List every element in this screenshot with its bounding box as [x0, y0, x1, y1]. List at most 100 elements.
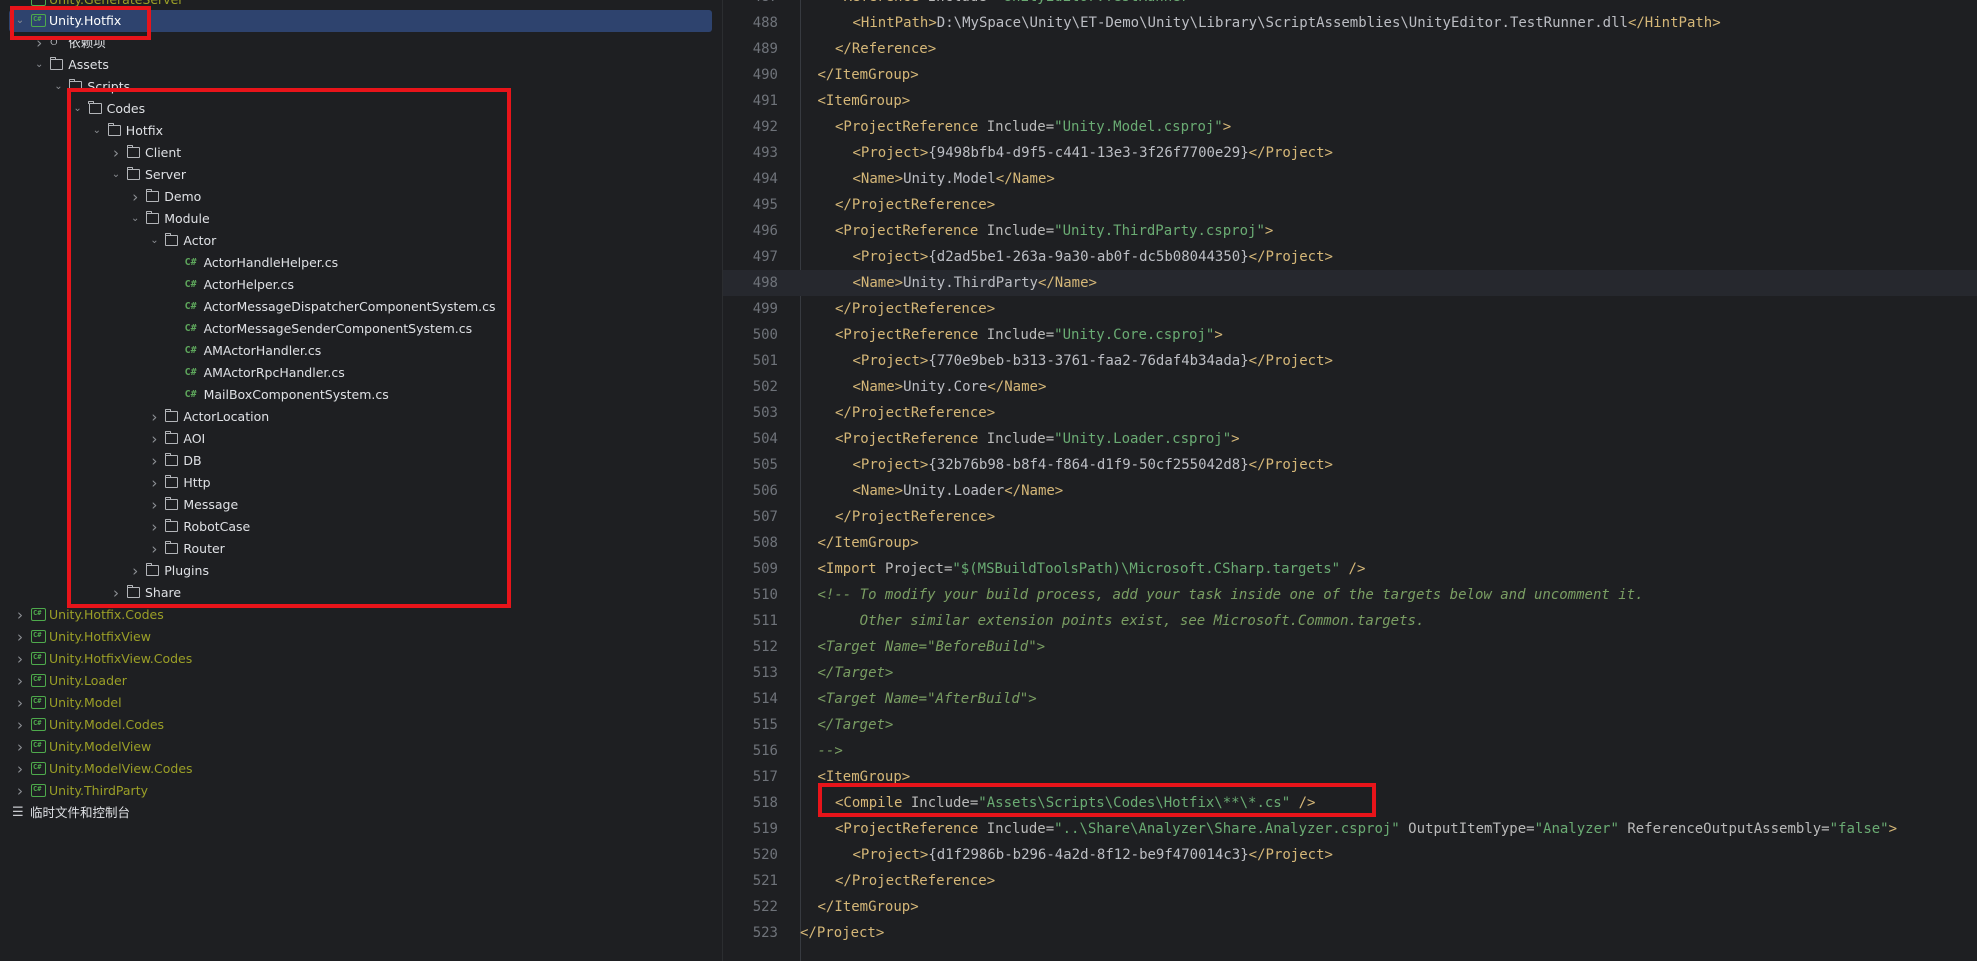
- tree-item[interactable]: › Unity.ModelView.Codes: [0, 758, 712, 780]
- tree-item[interactable]: ⌄ Codes: [0, 98, 712, 120]
- code-line[interactable]: 522 </ItemGroup>: [723, 894, 1977, 920]
- code-line[interactable]: 509 <Import Project="$(MSBuildToolsPath)\…: [723, 556, 1977, 582]
- code-line[interactable]: 494 <Name>Unity.Model</Name>: [723, 166, 1977, 192]
- tree-item[interactable]: › Plugins: [0, 560, 712, 582]
- tree-item[interactable]: › Unity.HotfixView: [0, 626, 712, 648]
- tree-item[interactable]: › Http: [0, 472, 712, 494]
- chevron-down-icon[interactable]: ⌄: [91, 120, 103, 142]
- chevron-right-icon[interactable]: ›: [14, 692, 26, 714]
- tree-item[interactable]: › Unity.Loader: [0, 670, 712, 692]
- tree-item[interactable]: ⌄ Module: [0, 208, 712, 230]
- code-line[interactable]: 497 <Project>{d2ad5be1-263a-9a30-ab0f-dc5…: [723, 244, 1977, 270]
- chevron-right-icon[interactable]: ›: [148, 538, 160, 560]
- chevron-right-icon[interactable]: ›: [129, 560, 141, 582]
- code-line[interactable]: 493 <Project>{9498bfb4-d9f5-c441-13e3-3f2…: [723, 140, 1977, 166]
- tree-item[interactable]: C# AMActorHandler.cs: [0, 340, 712, 362]
- code-line[interactable]: 517 <ItemGroup>: [723, 764, 1977, 790]
- code-line[interactable]: 523 </Project>: [723, 920, 1977, 946]
- code-editor[interactable]: 487<Reference Include="UnityEditor.TestR…: [723, 0, 1977, 961]
- code-line[interactable]: 503 </ProjectReference>: [723, 400, 1977, 426]
- chevron-down-icon[interactable]: ⌄: [33, 54, 45, 76]
- chevron-right-icon[interactable]: ›: [148, 494, 160, 516]
- code-line[interactable]: 516 -->: [723, 738, 1977, 764]
- tree-item[interactable]: › Message: [0, 494, 712, 516]
- chevron-down-icon[interactable]: ⌄: [129, 208, 141, 230]
- tree-item[interactable]: › AOI: [0, 428, 712, 450]
- tree-item[interactable]: ⌄ Scripts: [0, 76, 712, 98]
- chevron-right-icon[interactable]: ›: [148, 516, 160, 538]
- chevron-right-icon[interactable]: ›: [148, 450, 160, 472]
- chevron-right-icon[interactable]: ›: [148, 472, 160, 494]
- code-line[interactable]: 507 </ProjectReference>: [723, 504, 1977, 530]
- code-line[interactable]: 495 </ProjectReference>: [723, 192, 1977, 218]
- tree-item[interactable]: › DB: [0, 450, 712, 472]
- tree-item[interactable]: ⌄ Actor: [0, 230, 712, 252]
- chevron-right-icon[interactable]: ›: [14, 780, 26, 802]
- code-line[interactable]: 518 <Compile Include="Assets\Scripts\Code…: [723, 790, 1977, 816]
- code-line[interactable]: 502 <Name>Unity.Core</Name>: [723, 374, 1977, 400]
- tree-item[interactable]: › Unity.ThirdParty: [0, 780, 712, 802]
- chevron-down-icon[interactable]: ⌄: [72, 98, 84, 120]
- code-line[interactable]: 501 <Project>{770e9beb-b313-3761-faa2-76d…: [723, 348, 1977, 374]
- chevron-right-icon[interactable]: ›: [148, 406, 160, 428]
- tree-item[interactable]: ⌄ Server: [0, 164, 712, 186]
- tree-item[interactable]: C# ActorHandleHelper.cs: [0, 252, 712, 274]
- chevron-right-icon[interactable]: ›: [14, 670, 26, 692]
- tree-item[interactable]: › Demo: [0, 186, 712, 208]
- code-line[interactable]: 519 <ProjectReference Include="..\Share\A…: [723, 816, 1977, 842]
- tree-item[interactable]: › Router: [0, 538, 712, 560]
- chevron-down-icon[interactable]: ⌄: [14, 10, 26, 32]
- tree-item[interactable]: C# AMActorRpcHandler.cs: [0, 362, 712, 384]
- tree-item[interactable]: › Unity.Model: [0, 692, 712, 714]
- code-line[interactable]: 511 Other similar extension points exist…: [723, 608, 1977, 634]
- tree-item[interactable]: ☰ 临时文件和控制台: [0, 802, 712, 824]
- tree-item[interactable]: › Unity.Model.Codes: [0, 714, 712, 736]
- chevron-right-icon[interactable]: ›: [14, 648, 26, 670]
- code-line[interactable]: 510 <!-- To modify your build process, ad…: [723, 582, 1977, 608]
- code-line[interactable]: 490 </ItemGroup>: [723, 62, 1977, 88]
- tree-item[interactable]: ⌄ Unity.Hotfix: [9, 10, 712, 32]
- tree-item[interactable]: › ActorLocation: [0, 406, 712, 428]
- chevron-right-icon[interactable]: ›: [33, 32, 45, 54]
- code-line[interactable]: 504 <ProjectReference Include="Unity.Load…: [723, 426, 1977, 452]
- code-line[interactable]: 512 <Target Name="BeforeBuild">: [723, 634, 1977, 660]
- code-line[interactable]: 488 <HintPath>D:\MySpace\Unity\ET-Demo\Un…: [723, 10, 1977, 36]
- code-line[interactable]: 492 <ProjectReference Include="Unity.Mode…: [723, 114, 1977, 140]
- chevron-right-icon[interactable]: ›: [14, 736, 26, 758]
- chevron-right-icon[interactable]: ›: [129, 186, 141, 208]
- code-line[interactable]: 515 </Target>: [723, 712, 1977, 738]
- chevron-right-icon[interactable]: ›: [148, 428, 160, 450]
- code-line[interactable]: 506 <Name>Unity.Loader</Name>: [723, 478, 1977, 504]
- chevron-right-icon[interactable]: ›: [14, 758, 26, 780]
- chevron-right-icon[interactable]: ›: [14, 626, 26, 648]
- chevron-down-icon[interactable]: ⌄: [110, 164, 122, 186]
- tree-item[interactable]: C# ActorHelper.cs: [0, 274, 712, 296]
- code-line[interactable]: 487 <Reference Include="UnityEditor.TestR…: [723, 0, 1977, 10]
- tree-item[interactable]: ⌄ Assets: [0, 54, 712, 76]
- chevron-down-icon[interactable]: ⌄: [148, 230, 160, 252]
- tree-item[interactable]: C# ActorMessageDispatcherComponentSystem.…: [0, 296, 712, 318]
- chevron-right-icon[interactable]: ›: [110, 142, 122, 164]
- tree-item[interactable]: › Client: [0, 142, 712, 164]
- tree-item[interactable]: › RobotCase: [0, 516, 712, 538]
- tree-item[interactable]: › Unity.Hotfix.Codes: [0, 604, 712, 626]
- tree-item[interactable]: › Unity.HotfixView.Codes: [0, 648, 712, 670]
- chevron-right-icon[interactable]: ›: [14, 714, 26, 736]
- tree-item[interactable]: › Unity.ModelView: [0, 736, 712, 758]
- tree-item[interactable]: C# ActorMessageSenderComponentSystem.cs: [0, 318, 712, 340]
- code-line[interactable]: 521 </ProjectReference>: [723, 868, 1977, 894]
- code-line[interactable]: 513 </Target>: [723, 660, 1977, 686]
- code-line[interactable]: 520 <Project>{d1f2986b-b296-4a2d-8f12-be9…: [723, 842, 1977, 868]
- chevron-down-icon[interactable]: ⌄: [52, 76, 64, 98]
- code-line[interactable]: 499 </ProjectReference>: [723, 296, 1977, 322]
- code-line[interactable]: 491 <ItemGroup>: [723, 88, 1977, 114]
- code-line[interactable]: 496 <ProjectReference Include="Unity.Thir…: [723, 218, 1977, 244]
- chevron-right-icon[interactable]: ›: [14, 604, 26, 626]
- code-line[interactable]: 505 <Project>{32b76b98-b8f4-f864-d1f9-50c…: [723, 452, 1977, 478]
- tree-item[interactable]: › ⭘ 依赖项: [0, 32, 712, 54]
- code-line[interactable]: 514 <Target Name="AfterBuild">: [723, 686, 1977, 712]
- tree-item[interactable]: ⌄ Hotfix: [0, 120, 712, 142]
- code-line[interactable]: 498 <Name>Unity.ThirdParty</Name>: [723, 270, 1977, 296]
- code-line[interactable]: 500 <ProjectReference Include="Unity.Core…: [723, 322, 1977, 348]
- tree-item[interactable]: › Share: [0, 582, 712, 604]
